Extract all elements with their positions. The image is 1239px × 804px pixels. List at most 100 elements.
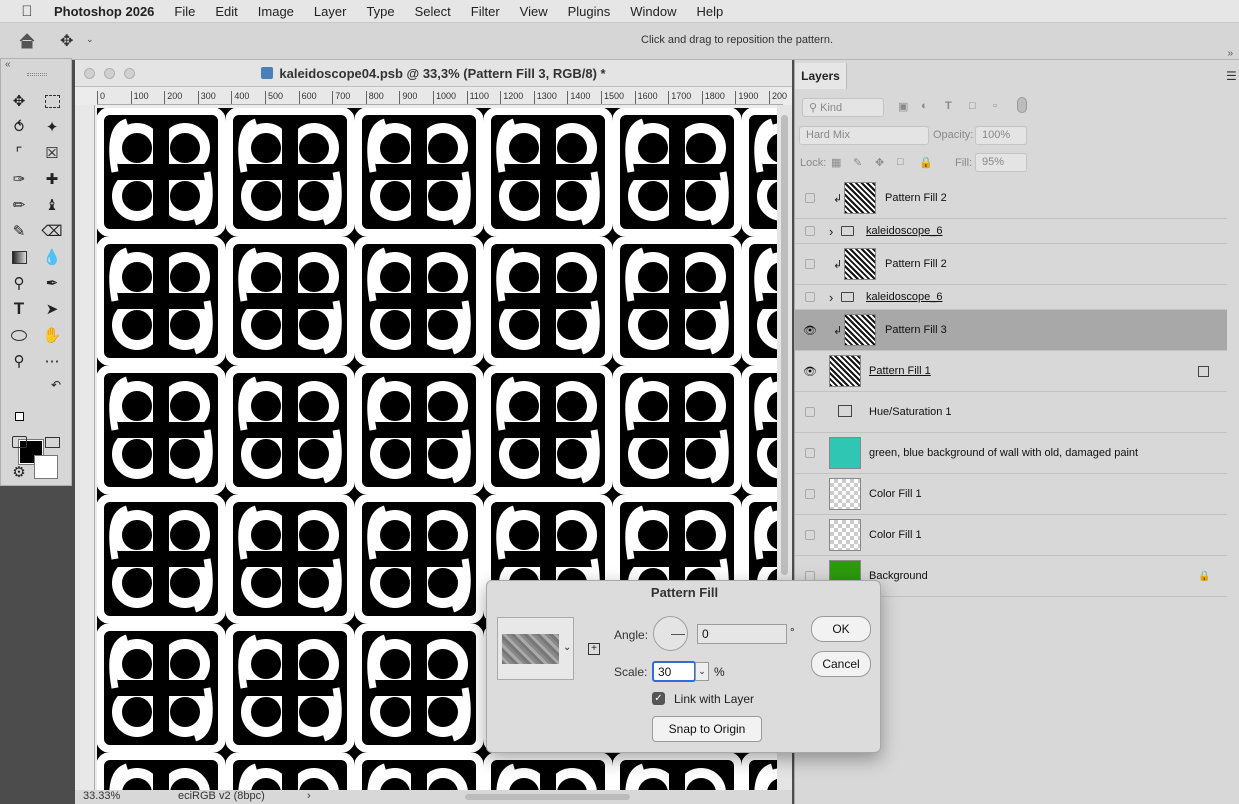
link-with-layer-checkbox[interactable]: ✓ <box>652 692 665 705</box>
scale-input[interactable]: 30 <box>652 661 696 682</box>
quick-mask-icon[interactable] <box>8 431 30 453</box>
layer-name[interactable]: Hue/Saturation 1 <box>869 406 952 418</box>
eraser-tool-icon[interactable]: ⌫ <box>41 220 63 242</box>
layer-thumbnail[interactable] <box>829 437 861 469</box>
layer-thumbnail[interactable] <box>844 314 876 346</box>
chevron-right-icon[interactable]: › <box>829 290 833 305</box>
path-selection-icon[interactable]: ➤ <box>41 298 63 320</box>
lock-position-icon[interactable]: ✥ <box>875 156 884 169</box>
eyedropper-tool-icon[interactable]: ✑ <box>8 168 30 190</box>
generative-fill-icon[interactable]: ⚙ <box>8 461 30 483</box>
minimize-window-button[interactable] <box>104 68 115 79</box>
layer-name[interactable]: Pattern Fill 2 <box>885 258 947 270</box>
ellipse-tool-icon[interactable] <box>8 324 30 346</box>
layer-thumbnail[interactable] <box>829 478 861 510</box>
filter-shape-icon[interactable]: □ <box>969 100 976 112</box>
default-colors-icon[interactable] <box>15 412 24 421</box>
angle-input[interactable]: 0 <box>697 624 787 644</box>
history-brush-icon[interactable]: ✎ <box>8 220 30 242</box>
apple-icon[interactable]:  <box>0 3 54 20</box>
close-window-button[interactable] <box>84 68 95 79</box>
menu-plugins[interactable]: Plugins <box>568 4 611 19</box>
layer-name[interactable]: Color Fill 1 <box>869 529 922 541</box>
layer-row[interactable]: › kaleidoscope_6 <box>795 285 1227 310</box>
layer-name[interactable]: Pattern Fill 2 <box>885 192 947 204</box>
visibility-toggle[interactable] <box>805 193 815 203</box>
layer-thumbnail[interactable] <box>829 396 861 428</box>
horizontal-scroll-thumb[interactable] <box>465 794 630 800</box>
layer-row[interactable]: Color Fill 1 <box>795 474 1227 515</box>
layer-row[interactable]: green, blue background of wall with old,… <box>795 433 1227 474</box>
move-tool-preset-icon[interactable]: ✥ <box>60 31 73 51</box>
chevron-down-icon[interactable]: ⌄ <box>86 34 94 45</box>
lock-artboard-icon[interactable]: □ <box>897 156 904 168</box>
tab-layers[interactable]: Layers <box>795 63 847 89</box>
pen-tool-icon[interactable]: ✒ <box>41 272 63 294</box>
swap-colors-icon[interactable]: ↶ <box>51 378 61 392</box>
healing-brush-icon[interactable]: ✚ <box>41 168 63 190</box>
app-name-menu[interactable]: Photoshop 2026 <box>54 4 154 19</box>
blur-tool-icon[interactable]: 💧 <box>41 246 63 268</box>
home-icon[interactable] <box>18 32 36 50</box>
crop-tool-icon[interactable]: ⌜ <box>8 142 30 164</box>
vertical-scroll-thumb[interactable] <box>781 115 788 575</box>
menu-type[interactable]: Type <box>366 4 394 19</box>
lock-all-icon[interactable]: 🔒 <box>919 156 933 169</box>
layer-row[interactable]: 👁 ↲ Pattern Fill 3 <box>795 310 1227 351</box>
fill-field[interactable]: 95% <box>975 153 1027 172</box>
menu-window[interactable]: Window <box>630 4 676 19</box>
panel-collapse-icon[interactable]: » <box>1227 48 1233 59</box>
vertical-ruler[interactable] <box>75 105 95 791</box>
layer-thumbnail[interactable] <box>844 182 876 214</box>
chevron-down-icon[interactable]: ⌄ <box>563 642 571 653</box>
background-color-swatch[interactable] <box>34 455 58 479</box>
lock-image-icon[interactable]: ✎ <box>853 156 862 169</box>
layer-name[interactable]: Pattern Fill 3 <box>885 324 947 336</box>
hand-tool-icon[interactable]: ✋ <box>41 324 63 346</box>
screen-mode-icon[interactable] <box>41 431 63 453</box>
menu-help[interactable]: Help <box>697 4 724 19</box>
layer-name[interactable]: kaleidoscope_6 <box>866 225 942 237</box>
visibility-toggle[interactable] <box>805 259 815 269</box>
gradient-tool-icon[interactable] <box>8 246 30 268</box>
filter-smart-object-icon[interactable]: ▫ <box>993 100 997 112</box>
filter-adjustment-icon[interactable]: ◐ <box>921 100 928 112</box>
chevron-right-icon[interactable]: › <box>829 224 833 239</box>
collapse-icon[interactable]: « <box>5 59 11 70</box>
stamp-tool-icon[interactable]: ♝ <box>41 194 63 216</box>
brush-tool-icon[interactable]: ✏ <box>8 194 30 216</box>
layer-name[interactable]: Pattern Fill 1 <box>869 365 931 377</box>
visibility-toggle[interactable] <box>805 292 815 302</box>
menu-filter[interactable]: Filter <box>471 4 500 19</box>
marquee-tool-icon[interactable] <box>41 90 63 112</box>
eye-icon[interactable]: 👁 <box>803 365 817 378</box>
layer-row[interactable]: ↲ Pattern Fill 2 <box>795 178 1227 219</box>
layer-name[interactable]: green, blue background of wall with old,… <box>869 447 1138 459</box>
lasso-tool-icon[interactable]: ⥀ <box>8 116 30 138</box>
move-tool-icon[interactable]: ✥ <box>8 90 30 112</box>
filter-type-icon[interactable]: T <box>945 100 952 112</box>
menu-layer[interactable]: Layer <box>314 4 347 19</box>
magic-wand-icon[interactable]: ✦ <box>41 116 63 138</box>
pattern-picker[interactable]: ⌄ <box>497 617 574 680</box>
visibility-toggle[interactable] <box>805 489 815 499</box>
visibility-toggle[interactable] <box>805 530 815 540</box>
menu-edit[interactable]: Edit <box>215 4 237 19</box>
layer-row[interactable]: ↲ Pattern Fill 2 <box>795 244 1227 285</box>
menu-image[interactable]: Image <box>258 4 294 19</box>
layer-thumbnail[interactable] <box>829 355 861 387</box>
cancel-button[interactable]: Cancel <box>811 651 871 677</box>
zoom-level[interactable]: 33.33% <box>83 790 120 802</box>
visibility-toggle[interactable] <box>805 448 815 458</box>
layer-thumbnail[interactable] <box>844 248 876 280</box>
ok-button[interactable]: OK <box>811 616 871 642</box>
zoom-tool-icon[interactable]: ⚲ <box>8 350 30 372</box>
angle-dial[interactable] <box>653 616 688 651</box>
visibility-toggle[interactable] <box>805 407 815 417</box>
snap-to-origin-button[interactable]: Snap to Origin <box>652 716 762 742</box>
scale-dropdown-button[interactable]: ⌄ <box>695 662 709 681</box>
blend-mode-select[interactable]: Hard Mix <box>799 126 929 145</box>
new-preset-icon[interactable]: + <box>588 643 600 655</box>
eye-icon[interactable]: 👁 <box>803 324 817 337</box>
more-tools-icon[interactable]: ⋯ <box>41 350 63 372</box>
